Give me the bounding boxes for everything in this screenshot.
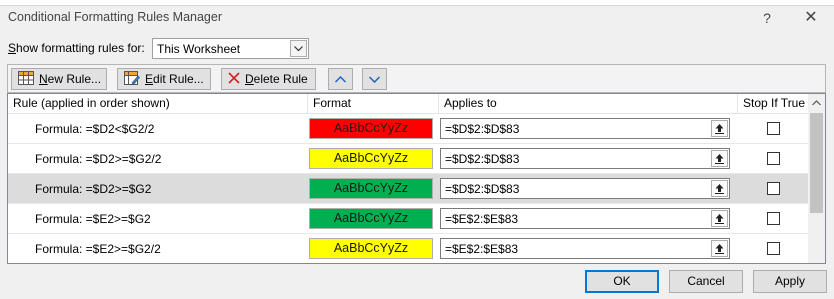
applies-to-value: =$E$2:$E$83 [445,242,519,256]
rule-row[interactable]: Formula: =$D2>=$G2/2 AaBbCcYyZz =$D$2:$D… [8,144,808,174]
new-rule-icon [18,70,34,88]
move-down-button[interactable] [362,68,387,90]
rules-toolbar: New Rule... Edit Rule... Delete Rule [7,64,826,93]
rule-formula: Formula: =$D2<$G2/2 [35,122,155,136]
format-preview: AaBbCcYyZz [309,238,433,259]
applies-to-value: =$D$2:$D$83 [445,182,520,196]
close-button[interactable]: ✕ [800,8,822,28]
delete-icon [228,71,240,87]
rules-list: Rule (applied in order shown) Format App… [7,93,826,264]
edit-rule-button[interactable]: Edit Rule... [117,68,211,90]
scrollbar-thumb[interactable] [810,113,823,213]
cancel-button[interactable]: Cancel [669,270,743,293]
edit-rule-icon [124,70,140,88]
column-header-stop-if-true[interactable]: Stop If True [738,94,808,114]
new-rule-label: New Rule... [39,72,102,86]
chevron-down-icon [368,72,381,86]
show-rules-label: Show formatting rules for: [8,41,145,55]
applies-to-field[interactable]: =$E$2:$E$83 [440,208,730,229]
show-rules-dropdown[interactable]: This Worksheet [152,38,309,59]
rule-row[interactable]: Formula: =$D2<$G2/2 AaBbCcYyZz =$D$2:$D$… [8,114,808,144]
move-up-button[interactable] [328,68,353,90]
rule-row[interactable]: Formula: =$E2>=$G2/2 AaBbCcYyZz =$E$2:$E… [8,234,808,263]
rule-formula: Formula: =$E2>=$G2/2 [35,242,161,256]
applies-to-field[interactable]: =$D$2:$D$83 [440,178,730,199]
delete-rule-label: Delete Rule [245,72,308,86]
column-header-rule[interactable]: Rule (applied in order shown) [8,94,308,114]
help-button[interactable]: ? [757,8,777,28]
stop-if-true-checkbox[interactable] [767,182,780,195]
delete-rule-button[interactable]: Delete Rule [221,68,316,90]
collapse-dialog-icon[interactable] [711,150,728,167]
stop-if-true-checkbox[interactable] [767,122,780,135]
stop-if-true-checkbox[interactable] [767,212,780,225]
collapse-dialog-icon[interactable] [711,120,728,137]
rule-formula: Formula: =$D2>=$G2 [35,182,152,196]
rule-formula: Formula: =$E2>=$G2 [35,212,151,226]
apply-button[interactable]: Apply [753,270,827,293]
format-preview: AaBbCcYyZz [309,178,433,199]
rules-list-header: Rule (applied in order shown) Format App… [8,94,808,114]
format-preview: AaBbCcYyZz [309,118,433,139]
stop-if-true-checkbox[interactable] [767,242,780,255]
collapse-dialog-icon[interactable] [711,210,728,227]
rule-formula: Formula: =$D2>=$G2/2 [35,152,162,166]
window-title: Conditional Formatting Rules Manager [8,10,222,24]
show-rules-value: This Worksheet [157,42,241,56]
column-header-applies-to[interactable]: Applies to [439,94,738,114]
scroll-up-icon[interactable] [808,94,825,111]
vertical-scrollbar[interactable] [808,94,825,263]
collapse-dialog-icon[interactable] [711,240,728,257]
format-preview: AaBbCcYyZz [309,208,433,229]
rule-row[interactable]: Formula: =$D2>=$G2 AaBbCcYyZz =$D$2:$D$8… [8,174,808,204]
rule-row[interactable]: Formula: =$E2>=$G2 AaBbCcYyZz =$E$2:$E$8… [8,204,808,234]
applies-to-value: =$E$2:$E$83 [445,212,519,226]
applies-to-value: =$D$2:$D$83 [445,122,520,136]
column-header-format[interactable]: Format [308,94,439,114]
applies-to-field[interactable]: =$D$2:$D$83 [440,148,730,169]
applies-to-field[interactable]: =$E$2:$E$83 [440,238,730,259]
collapse-dialog-icon[interactable] [711,180,728,197]
format-preview: AaBbCcYyZz [309,148,433,169]
applies-to-field[interactable]: =$D$2:$D$83 [440,118,730,139]
new-rule-button[interactable]: New Rule... [11,68,107,90]
chevron-down-icon[interactable] [290,40,307,57]
applies-to-value: =$D$2:$D$83 [445,152,520,166]
ok-button[interactable]: OK [585,270,659,293]
title-bar: Conditional Formatting Rules Manager ? ✕ [0,6,834,31]
chevron-up-icon [334,72,347,86]
edit-rule-label: Edit Rule... [145,72,204,86]
stop-if-true-checkbox[interactable] [767,152,780,165]
